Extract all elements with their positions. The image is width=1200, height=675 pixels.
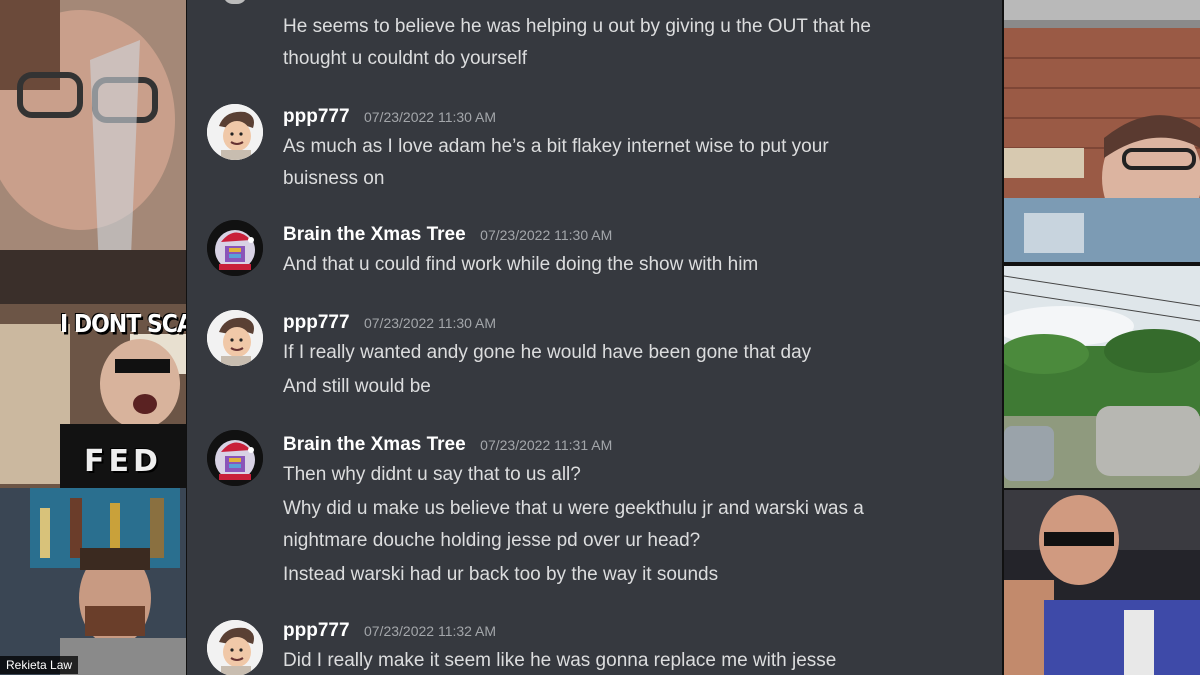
user-avatar-ppp777[interactable] <box>207 620 263 675</box>
username[interactable]: ppp777 <box>283 312 350 333</box>
santa-logo-avatar-icon <box>207 430 263 486</box>
meme-caption-text: I DONT SCAI <box>60 310 186 339</box>
message-line: buisness on <box>283 168 385 189</box>
message-line: thought u couldnt do yourself <box>283 48 528 69</box>
video-tile-right-middle <box>1004 266 1200 488</box>
username[interactable]: Brain the Xmas Tree <box>283 434 466 455</box>
shirt-text: FED <box>84 444 162 479</box>
message-line: Instead warski had ur back too by the wa… <box>283 564 719 585</box>
user-avatar-brain-the-xmas-tree[interactable] <box>207 430 263 486</box>
participant-name-tag: Rekieta Law <box>0 656 79 674</box>
user-avatar-ppp777[interactable] <box>207 104 263 160</box>
video-tile-left-top <box>0 0 186 304</box>
timestamp: 07/23/2022 11:32 AM <box>363 623 497 639</box>
cartoon-face-avatar-icon <box>207 310 263 366</box>
message-line: Did I really make it seem like he was go… <box>283 650 837 671</box>
video-tile-right-top <box>1004 28 1200 262</box>
webcam-frame-image <box>1004 28 1200 262</box>
timestamp: 07/23/2022 11:30 AM <box>363 109 497 125</box>
timestamp: 07/23/2022 11:30 AM <box>480 227 613 243</box>
message-line: As much as I love adam he’s a bit flakey… <box>283 136 829 157</box>
username[interactable]: ppp777 <box>283 620 350 641</box>
user-avatar-brain-the-xmas-tree[interactable] <box>207 220 263 276</box>
chat-message-list[interactable]: He seems to believe he was helping u out… <box>187 0 1002 675</box>
avatar-cut-off <box>223 0 247 4</box>
video-tile-right-bottom <box>1004 490 1200 675</box>
message-line: And that u could find work while doing t… <box>283 254 759 275</box>
webcam-frame-image <box>1004 266 1200 488</box>
video-tile-right-strip <box>1004 0 1200 28</box>
message-line: He seems to believe he was helping u out… <box>283 16 871 37</box>
user-avatar-ppp777[interactable] <box>207 310 263 366</box>
message-line: And still would be <box>283 376 431 397</box>
message-line: If I really wanted andy gone he would ha… <box>283 342 812 363</box>
message-line: Then why didnt u say that to us all? <box>283 464 581 485</box>
username[interactable]: ppp777 <box>283 106 350 127</box>
message-line: Why did u make us believe that u were ge… <box>283 498 864 519</box>
cartoon-face-avatar-icon <box>207 104 263 160</box>
username[interactable]: Brain the Xmas Tree <box>283 224 466 245</box>
santa-logo-avatar-icon <box>207 220 263 276</box>
webcam-frame-image <box>0 0 186 304</box>
video-tile-left-bottom: Rekieta Law <box>0 488 186 675</box>
timestamp: 07/23/2022 11:31 AM <box>480 437 613 453</box>
webcam-frame-image <box>0 488 186 675</box>
webcam-frame-image <box>1004 490 1200 675</box>
message-line: nightmare douche holding jesse pd over u… <box>283 530 701 551</box>
timestamp: 07/23/2022 11:30 AM <box>363 315 497 331</box>
cartoon-face-avatar-icon <box>207 620 263 675</box>
webcam-frame-image <box>1004 0 1200 28</box>
video-tile-left-middle: I DONT SCAI FED <box>0 304 186 488</box>
